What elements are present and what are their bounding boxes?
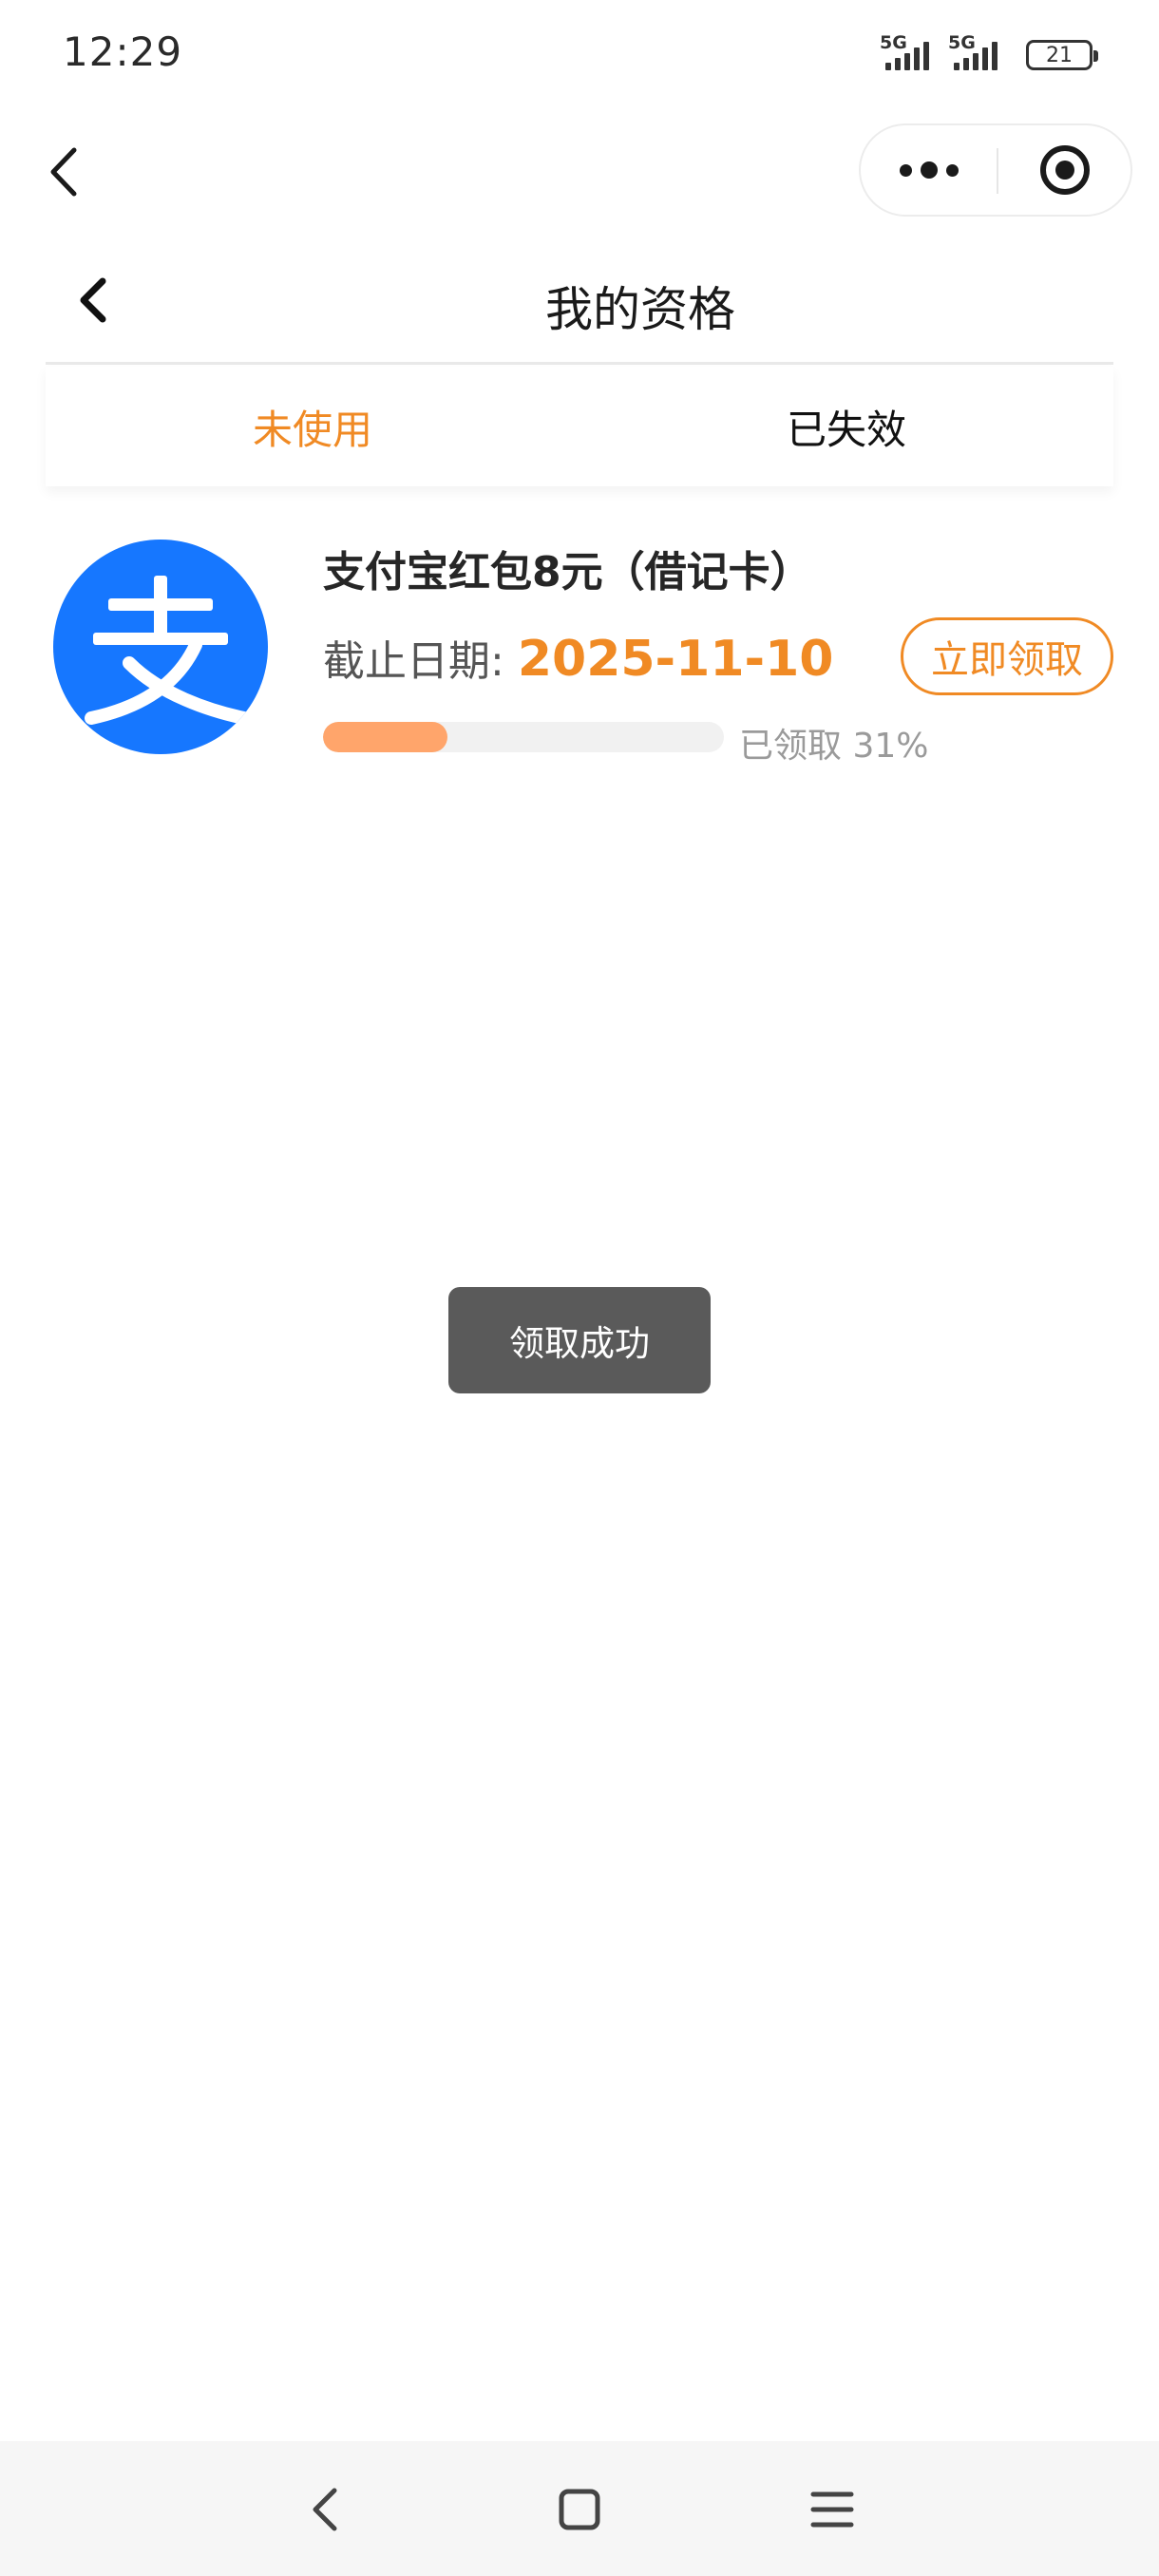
claim-now-button[interactable]: 立即领取 <box>901 617 1113 695</box>
toast: 领取成功 <box>448 1287 711 1393</box>
tab-expired[interactable]: 已失效 <box>580 367 1113 486</box>
status-time: 12:29 <box>63 28 183 75</box>
toast-message: 领取成功 <box>509 1323 650 1364</box>
system-back-button[interactable] <box>293 2475 361 2544</box>
coupon-title: 支付宝红包8元（借记卡） <box>323 548 812 597</box>
system-home-button[interactable] <box>545 2475 614 2544</box>
page-header: 我的资格 <box>46 243 1113 365</box>
battery-icon: 21 <box>1026 40 1098 70</box>
more-dot-right <box>945 163 959 177</box>
progress-text: 已领取 31% <box>739 727 929 766</box>
system-nav-bar <box>0 2441 1159 2576</box>
alipay-logo-icon <box>53 540 268 754</box>
back-triangle-icon <box>313 2488 337 2531</box>
home-square-icon <box>559 2489 600 2530</box>
deadline: 截止日期: 2025-11-10 <box>323 627 833 688</box>
mini-program-nav <box>0 112 1159 226</box>
battery-level: 21 <box>1046 43 1073 67</box>
progress-fill <box>323 722 447 752</box>
signal-sim2-icon: 5G <box>948 34 1011 72</box>
tab-unused[interactable]: 未使用 <box>46 367 580 486</box>
page-title: 我的资格 <box>545 282 735 337</box>
deadline-value: 2025-11-10 <box>517 631 834 688</box>
chevron-left-icon <box>50 147 77 197</box>
more-dot-center <box>920 161 938 179</box>
deadline-label: 截止日期: <box>323 637 504 686</box>
system-menu-button[interactable] <box>798 2475 866 2544</box>
status-bar: 12:29 5G 5G 21 <box>0 0 1159 112</box>
target-close-icon <box>1039 145 1090 195</box>
close-miniprogram-button[interactable] <box>998 125 1130 215</box>
mp-back-button[interactable] <box>42 141 89 203</box>
more-dots-icon <box>899 163 912 177</box>
alipay-glyph <box>85 576 268 729</box>
tab-bar: 未使用 已失效 <box>46 367 1113 486</box>
signal-sim1-icon: 5G <box>880 34 942 72</box>
coupon-card: 支付宝红包8元（借记卡） 截止日期: 2025-11-10 立即领取 已领取 3… <box>46 521 1113 777</box>
capsule-menu <box>859 123 1132 217</box>
more-button[interactable] <box>861 125 997 215</box>
menu-lines-icon <box>810 2491 854 2528</box>
claim-progress-bar <box>323 722 724 752</box>
